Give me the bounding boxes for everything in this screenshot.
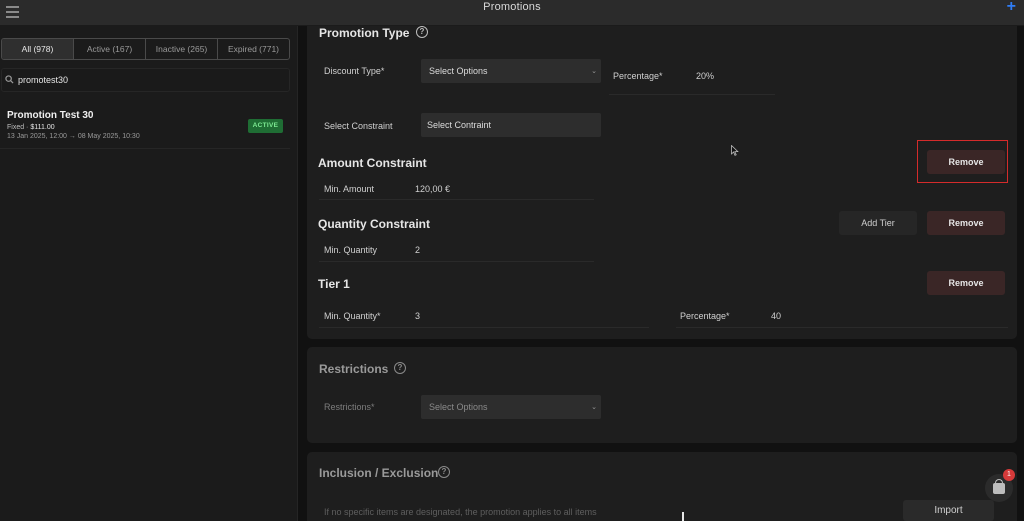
import-button[interactable]: Import [903,500,994,521]
select-constraint-input[interactable]: Select Contraint [421,113,601,137]
shopping-bag-icon [993,483,1005,494]
min-quantity-value[interactable]: 2 [415,245,420,255]
mouse-cursor-icon [731,145,739,156]
tier-1-percentage-value[interactable]: 40 [771,311,781,321]
promotion-list-item[interactable]: Promotion Test 30 Fixed · $111.00 13 Jan… [0,102,290,149]
add-tier-button[interactable]: Add Tier [839,211,917,235]
min-amount-field-underline [319,199,594,200]
tier-1-min-quantity-underline [319,327,649,328]
restrictions-value: Select Options [429,402,488,412]
app-title: Promotions [483,1,541,13]
discount-type-select[interactable]: Select Options ⌄ [421,59,601,83]
promotion-date-range: 13 Jan 2025, 12:00 → 08 May 2025, 10:30 [7,133,140,140]
restrictions-label: Restrictions* [324,402,375,412]
discount-type-label: Discount Type* [324,66,385,76]
promotion-type-card: Promotion Type ? Discount Type* Select O… [307,26,1017,339]
min-amount-value[interactable]: 120,00 € [415,184,450,194]
title-bar: Promotions + [0,0,1024,26]
percentage-field-underline [609,94,775,95]
remove-tier-1-button[interactable]: Remove [927,271,1005,295]
remove-quantity-constraint-button[interactable]: Remove [927,211,1005,235]
discount-type-value: Select Options [429,66,488,76]
search-icon [5,75,14,84]
promotion-amount: $111.00 [30,124,55,131]
quantity-constraint-heading: Quantity Constraint [318,217,431,231]
cart-button[interactable]: 1 [985,469,1015,502]
chevron-down-icon: ⌄ [591,404,597,411]
inclusion-exclusion-heading: Inclusion / Exclusion [319,466,439,480]
select-constraint-value: Select Contraint [427,120,492,130]
promotion-type-heading: Promotion Type [319,26,410,40]
promotion-fixed-amount: Fixed · $111.00 [7,124,55,131]
sidebar: All (978) Active (167) Inactive (265) Ex… [0,26,298,521]
tier-1-heading: Tier 1 [318,277,350,291]
tab-inactive[interactable]: Inactive (265) [146,39,218,59]
help-icon[interactable]: ? [394,362,406,374]
tier-1-percentage-underline [676,327,1008,328]
promotion-fixed-prefix: Fixed · [7,124,31,131]
tier-1-min-quantity-value[interactable]: 3 [415,311,420,321]
min-quantity-label: Min. Quantity [324,245,378,255]
min-amount-label: Min. Amount [324,184,375,194]
tier-1-percentage-label: Percentage* [680,311,730,321]
search-input[interactable] [18,72,278,88]
restrictions-heading: Restrictions [319,362,389,376]
tier-1-min-quantity-label: Min. Quantity* [324,311,381,321]
help-icon[interactable]: ? [438,466,450,478]
remove-button-highlight [917,140,1008,183]
restrictions-card: Restrictions ? Restrictions* Select Opti… [307,347,1017,443]
tab-expired[interactable]: Expired (771) [218,39,289,59]
add-promotion-icon[interactable]: + [1007,0,1016,15]
restrictions-select[interactable]: Select Options ⌄ [421,395,601,419]
tab-all[interactable]: All (978) [2,39,74,59]
select-constraint-label: Select Constraint [324,121,393,131]
percentage-label: Percentage* [613,71,663,81]
chevron-down-icon: ⌄ [591,68,597,75]
tab-active[interactable]: Active (167) [74,39,146,59]
search-box [1,68,290,92]
percentage-value[interactable]: 20% [696,71,714,81]
text-cursor [682,512,684,521]
status-filter-tabs: All (978) Active (167) Inactive (265) Ex… [1,38,290,60]
cart-count-badge: 1 [1003,469,1015,481]
promotion-name: Promotion Test 30 [7,110,94,121]
amount-constraint-heading: Amount Constraint [318,156,427,170]
min-quantity-field-underline [319,261,594,262]
help-icon[interactable]: ? [416,26,428,38]
status-badge: ACTIVE [248,119,283,133]
inclusion-note: If no specific items are designated, the… [324,507,597,517]
